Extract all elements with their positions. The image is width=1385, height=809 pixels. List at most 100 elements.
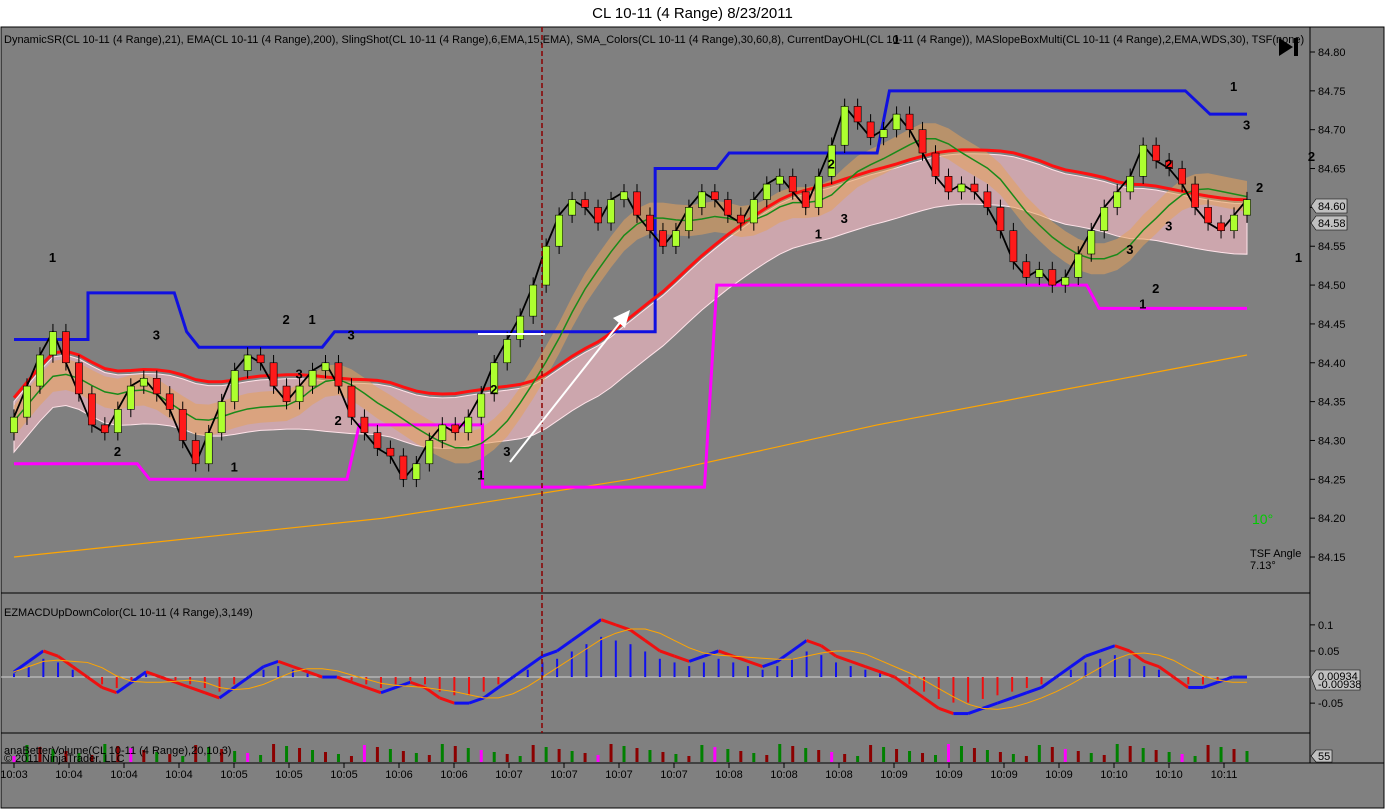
volume-bar xyxy=(298,748,302,762)
candle-down xyxy=(1022,261,1031,278)
volume-bar xyxy=(739,751,743,762)
time-axis-label: 10:09 xyxy=(935,769,963,781)
volume-tag-value: 55 xyxy=(1318,751,1330,763)
volume-bar xyxy=(596,755,600,762)
chart-canvas[interactable]: 12312 133212313212312313212 84.1584.2084.… xyxy=(0,0,1385,809)
volume-bar xyxy=(479,750,483,762)
candle-down xyxy=(594,207,602,224)
price-axis-label: 84.75 xyxy=(1318,86,1346,98)
volume-bar xyxy=(1102,755,1106,762)
volume-bar xyxy=(908,751,912,762)
volume-bar xyxy=(921,753,925,762)
candle-up xyxy=(1113,191,1122,208)
candle-up xyxy=(23,385,31,418)
candle-up xyxy=(308,370,317,387)
price-axis-label: 84.80 xyxy=(1318,47,1346,59)
price-axis-label: 84.70 xyxy=(1318,125,1346,137)
candle-up xyxy=(749,199,758,224)
time-axis-label: 10:07 xyxy=(660,769,688,781)
candle-up xyxy=(568,199,576,216)
volume-bar xyxy=(259,755,263,762)
volume-bar xyxy=(583,753,587,762)
candle-up xyxy=(477,393,486,418)
swing-label: 2 xyxy=(1152,281,1159,296)
candle-down xyxy=(581,199,589,208)
candle-down xyxy=(801,191,810,208)
volume-bar xyxy=(895,749,899,762)
candle-down xyxy=(970,183,979,193)
volume-bar xyxy=(713,747,717,762)
swing-label: 1 xyxy=(1139,296,1146,311)
time-axis-label: 10:07 xyxy=(550,769,578,781)
volume-bar xyxy=(285,746,289,762)
volume-bar xyxy=(998,752,1002,762)
time-axis-label: 10:06 xyxy=(440,769,468,781)
candle-up xyxy=(243,354,252,371)
candle-down xyxy=(191,440,200,465)
price-axis-label: 84.30 xyxy=(1318,435,1346,447)
volume-bar xyxy=(1219,747,1223,762)
time-axis-label: 10:04 xyxy=(55,769,83,781)
candle-down xyxy=(178,409,187,441)
volume-bar xyxy=(466,748,470,762)
candle-down xyxy=(347,385,356,418)
candle-up xyxy=(1061,277,1070,286)
swing-label: 3 xyxy=(1165,219,1172,234)
swing-label: 2 xyxy=(490,382,497,397)
volume-bar xyxy=(570,751,574,762)
candle-up xyxy=(516,315,525,340)
volume-bar xyxy=(362,745,366,762)
volume-bar xyxy=(1089,753,1093,762)
swing-label: 3 xyxy=(153,327,160,342)
volume-bar xyxy=(1206,745,1210,762)
swing-label: 2 xyxy=(828,157,835,172)
time-axis-label: 10:04 xyxy=(165,769,193,781)
volume-bar xyxy=(1245,751,1249,762)
swing-label: 1 xyxy=(309,312,316,327)
candle-up xyxy=(685,207,693,231)
volume-bar xyxy=(765,755,769,762)
candle-up xyxy=(217,401,226,433)
candle-down xyxy=(931,152,940,177)
time-axis-label: 10:08 xyxy=(715,769,743,781)
volume-bar xyxy=(985,750,989,762)
candle-down xyxy=(788,176,797,193)
volume-bar xyxy=(1011,754,1015,762)
candle-down xyxy=(736,214,745,224)
candle-up xyxy=(230,370,239,402)
swing-label: 3 xyxy=(841,211,848,226)
price-axis-label: 84.20 xyxy=(1318,513,1346,525)
candle-up xyxy=(139,378,148,387)
candle-up xyxy=(113,409,122,433)
time-axis-label: 10:03 xyxy=(0,769,28,781)
volume-bar xyxy=(453,746,457,762)
time-axis-label: 10:09 xyxy=(990,769,1018,781)
volume-bar xyxy=(752,753,756,762)
macd-tag-2: -0.00938 xyxy=(1318,679,1361,691)
volume-bar xyxy=(1154,750,1158,762)
time-axis-label: 10:10 xyxy=(1155,769,1183,781)
candle-up xyxy=(321,362,330,371)
swing-label: 1 xyxy=(231,460,238,475)
time-axis-label: 10:09 xyxy=(1045,769,1073,781)
candle-down xyxy=(1048,269,1057,286)
macd-axis-label: 0.1 xyxy=(1318,620,1333,632)
swing-label: 3 xyxy=(1243,118,1250,133)
volume-bar xyxy=(246,753,250,762)
volume-bar xyxy=(869,745,873,762)
swing-label: 3 xyxy=(347,327,354,342)
candle-up xyxy=(1243,199,1251,216)
macd-axis-label: -0.05 xyxy=(1318,698,1343,710)
volume-bar xyxy=(804,748,808,762)
volume-bar xyxy=(674,754,678,762)
time-axis-label: 10:08 xyxy=(770,769,798,781)
swing-label: 1 xyxy=(49,250,56,265)
candle-up xyxy=(775,176,784,185)
volume-bar xyxy=(336,754,340,762)
volume-bar xyxy=(1050,747,1054,762)
macd-tag: 0.00934 -0.00938 xyxy=(1310,669,1361,691)
candle-down xyxy=(386,447,395,457)
volume-bar xyxy=(557,749,561,762)
candle-up xyxy=(204,432,213,465)
volume-bar xyxy=(1193,756,1197,762)
